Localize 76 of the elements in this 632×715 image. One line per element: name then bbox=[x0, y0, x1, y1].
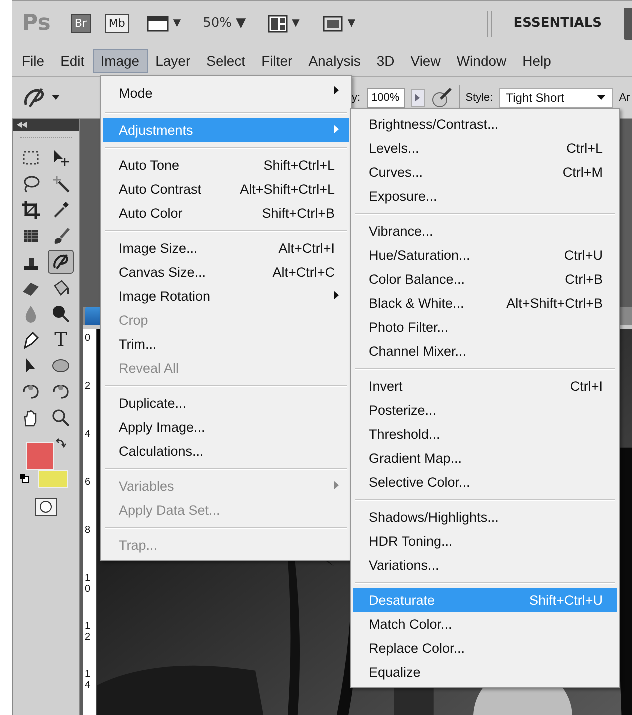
menu-item[interactable]: Invert Ctrl+I bbox=[353, 374, 617, 398]
menu-item[interactable]: Channel Mixer... bbox=[353, 339, 617, 363]
view-extras-button[interactable]: ▼ bbox=[143, 14, 186, 32]
menu-item[interactable]: Vibrance... bbox=[353, 219, 617, 243]
style-label: Style: bbox=[466, 92, 494, 104]
menu-item[interactable]: Photo Filter... bbox=[353, 315, 617, 339]
bridge-button[interactable]: Mb bbox=[104, 14, 130, 33]
menu-item[interactable]: Equalize bbox=[353, 660, 617, 684]
menu-item[interactable]: Gradient Map... bbox=[353, 446, 617, 470]
opacity-slider-button[interactable] bbox=[410, 88, 425, 106]
ruler-label: 12 bbox=[85, 621, 91, 645]
bridge-button[interactable]: Br bbox=[70, 14, 91, 33]
workspace-button[interactable]: ESSENTIALS bbox=[506, 16, 610, 31]
app-logo: Ps bbox=[22, 11, 51, 36]
collapse-icon[interactable] bbox=[17, 122, 27, 128]
opacity-field[interactable]: 100% bbox=[366, 88, 405, 108]
menu-item[interactable]: Window bbox=[448, 49, 515, 73]
menu-item[interactable]: Black & White... Alt+Shift+Ctrl+B bbox=[353, 291, 617, 315]
menu-item[interactable]: Mode bbox=[103, 79, 349, 107]
menu-item[interactable]: HDR Toning... bbox=[353, 529, 617, 553]
menu-item[interactable]: Selective Color... bbox=[353, 470, 617, 494]
ruler-label: 4 bbox=[85, 429, 91, 442]
ruler-label: 14 bbox=[85, 669, 91, 693]
menu-item[interactable]: Curves... Ctrl+M bbox=[353, 160, 617, 184]
menu-item[interactable]: Layer bbox=[148, 49, 199, 73]
menu-item[interactable]: Auto Color Shift+Ctrl+B bbox=[103, 201, 349, 225]
caret-icon bbox=[52, 94, 60, 100]
menu-item[interactable]: Select bbox=[198, 49, 254, 73]
menu-item[interactable]: Trim... bbox=[103, 332, 349, 356]
menu-item[interactable]: Canvas Size... Alt+Ctrl+C bbox=[103, 260, 349, 284]
ruler-label: 6 bbox=[85, 477, 91, 490]
menu-item[interactable]: Threshold... bbox=[353, 422, 617, 446]
menu-item[interactable]: Auto Tone Shift+Ctrl+L bbox=[103, 153, 349, 177]
menu-item[interactable]: Duplicate... bbox=[103, 391, 349, 415]
menu-item[interactable]: Replace Color... bbox=[353, 636, 617, 660]
menu-item[interactable]: Shadows/Highlights... bbox=[353, 505, 617, 529]
menu-item[interactable]: File bbox=[14, 49, 53, 73]
ruler-label: 2 bbox=[85, 381, 91, 394]
swap-colors-icon[interactable] bbox=[56, 438, 66, 448]
screen-mode-button[interactable]: ▼ bbox=[318, 14, 360, 32]
menu-item[interactable]: View bbox=[402, 49, 449, 73]
menu-item[interactable]: Brightness/Contrast... bbox=[353, 112, 617, 136]
menu-item[interactable]: Calculations... bbox=[103, 439, 349, 463]
history-brush-icon[interactable] bbox=[48, 250, 74, 274]
zoom-level-dropdown[interactable]: 50% ▼ bbox=[199, 16, 250, 31]
ruler-label: 0 bbox=[85, 333, 91, 346]
arrow-icon bbox=[415, 94, 420, 102]
menu-item[interactable]: Help bbox=[514, 49, 560, 73]
menu-item[interactable]: 3D bbox=[368, 49, 403, 73]
option-label: Ar bbox=[619, 92, 630, 104]
menu-item[interactable]: Image bbox=[92, 49, 148, 73]
menu-item[interactable]: Image Size... Alt+Ctrl+I bbox=[103, 236, 349, 260]
menu-item[interactable]: Image Rotation bbox=[103, 284, 349, 308]
caret-icon bbox=[597, 94, 606, 100]
style-dropdown[interactable]: Tight Short bbox=[499, 88, 614, 108]
default-colors-icon[interactable] bbox=[20, 474, 29, 483]
menu-item[interactable]: Variations... bbox=[353, 553, 617, 577]
foreground-color-swatch[interactable] bbox=[26, 442, 54, 470]
menu-item[interactable]: Analysis bbox=[300, 49, 369, 73]
quick-mask-button[interactable] bbox=[35, 498, 57, 516]
menu-item[interactable]: Match Color... bbox=[353, 612, 617, 636]
background-color-swatch[interactable] bbox=[38, 470, 68, 488]
menu-item[interactable]: Auto Contrast Alt+Shift+Ctrl+L bbox=[103, 177, 349, 201]
menu-item[interactable]: Apply Image... bbox=[103, 415, 349, 439]
opacity-label: y: bbox=[352, 92, 361, 104]
menu-item[interactable]: Exposure... bbox=[353, 184, 617, 208]
menu-item[interactable]: Levels... Ctrl+L bbox=[353, 136, 617, 160]
ruler-label: 10 bbox=[85, 573, 91, 597]
ruler-label: 8 bbox=[85, 525, 91, 538]
menu-item[interactable]: Posterize... bbox=[353, 398, 617, 422]
menu-item[interactable]: Filter bbox=[254, 49, 301, 73]
airbrush-icon[interactable] bbox=[430, 86, 453, 108]
menu-item[interactable]: Hue/Saturation... Ctrl+U bbox=[353, 243, 617, 267]
type-tool[interactable]: T bbox=[48, 328, 74, 352]
menu-item[interactable]: Color Balance... Ctrl+B bbox=[353, 267, 617, 291]
menu-item[interactable]: Edit bbox=[52, 49, 93, 73]
